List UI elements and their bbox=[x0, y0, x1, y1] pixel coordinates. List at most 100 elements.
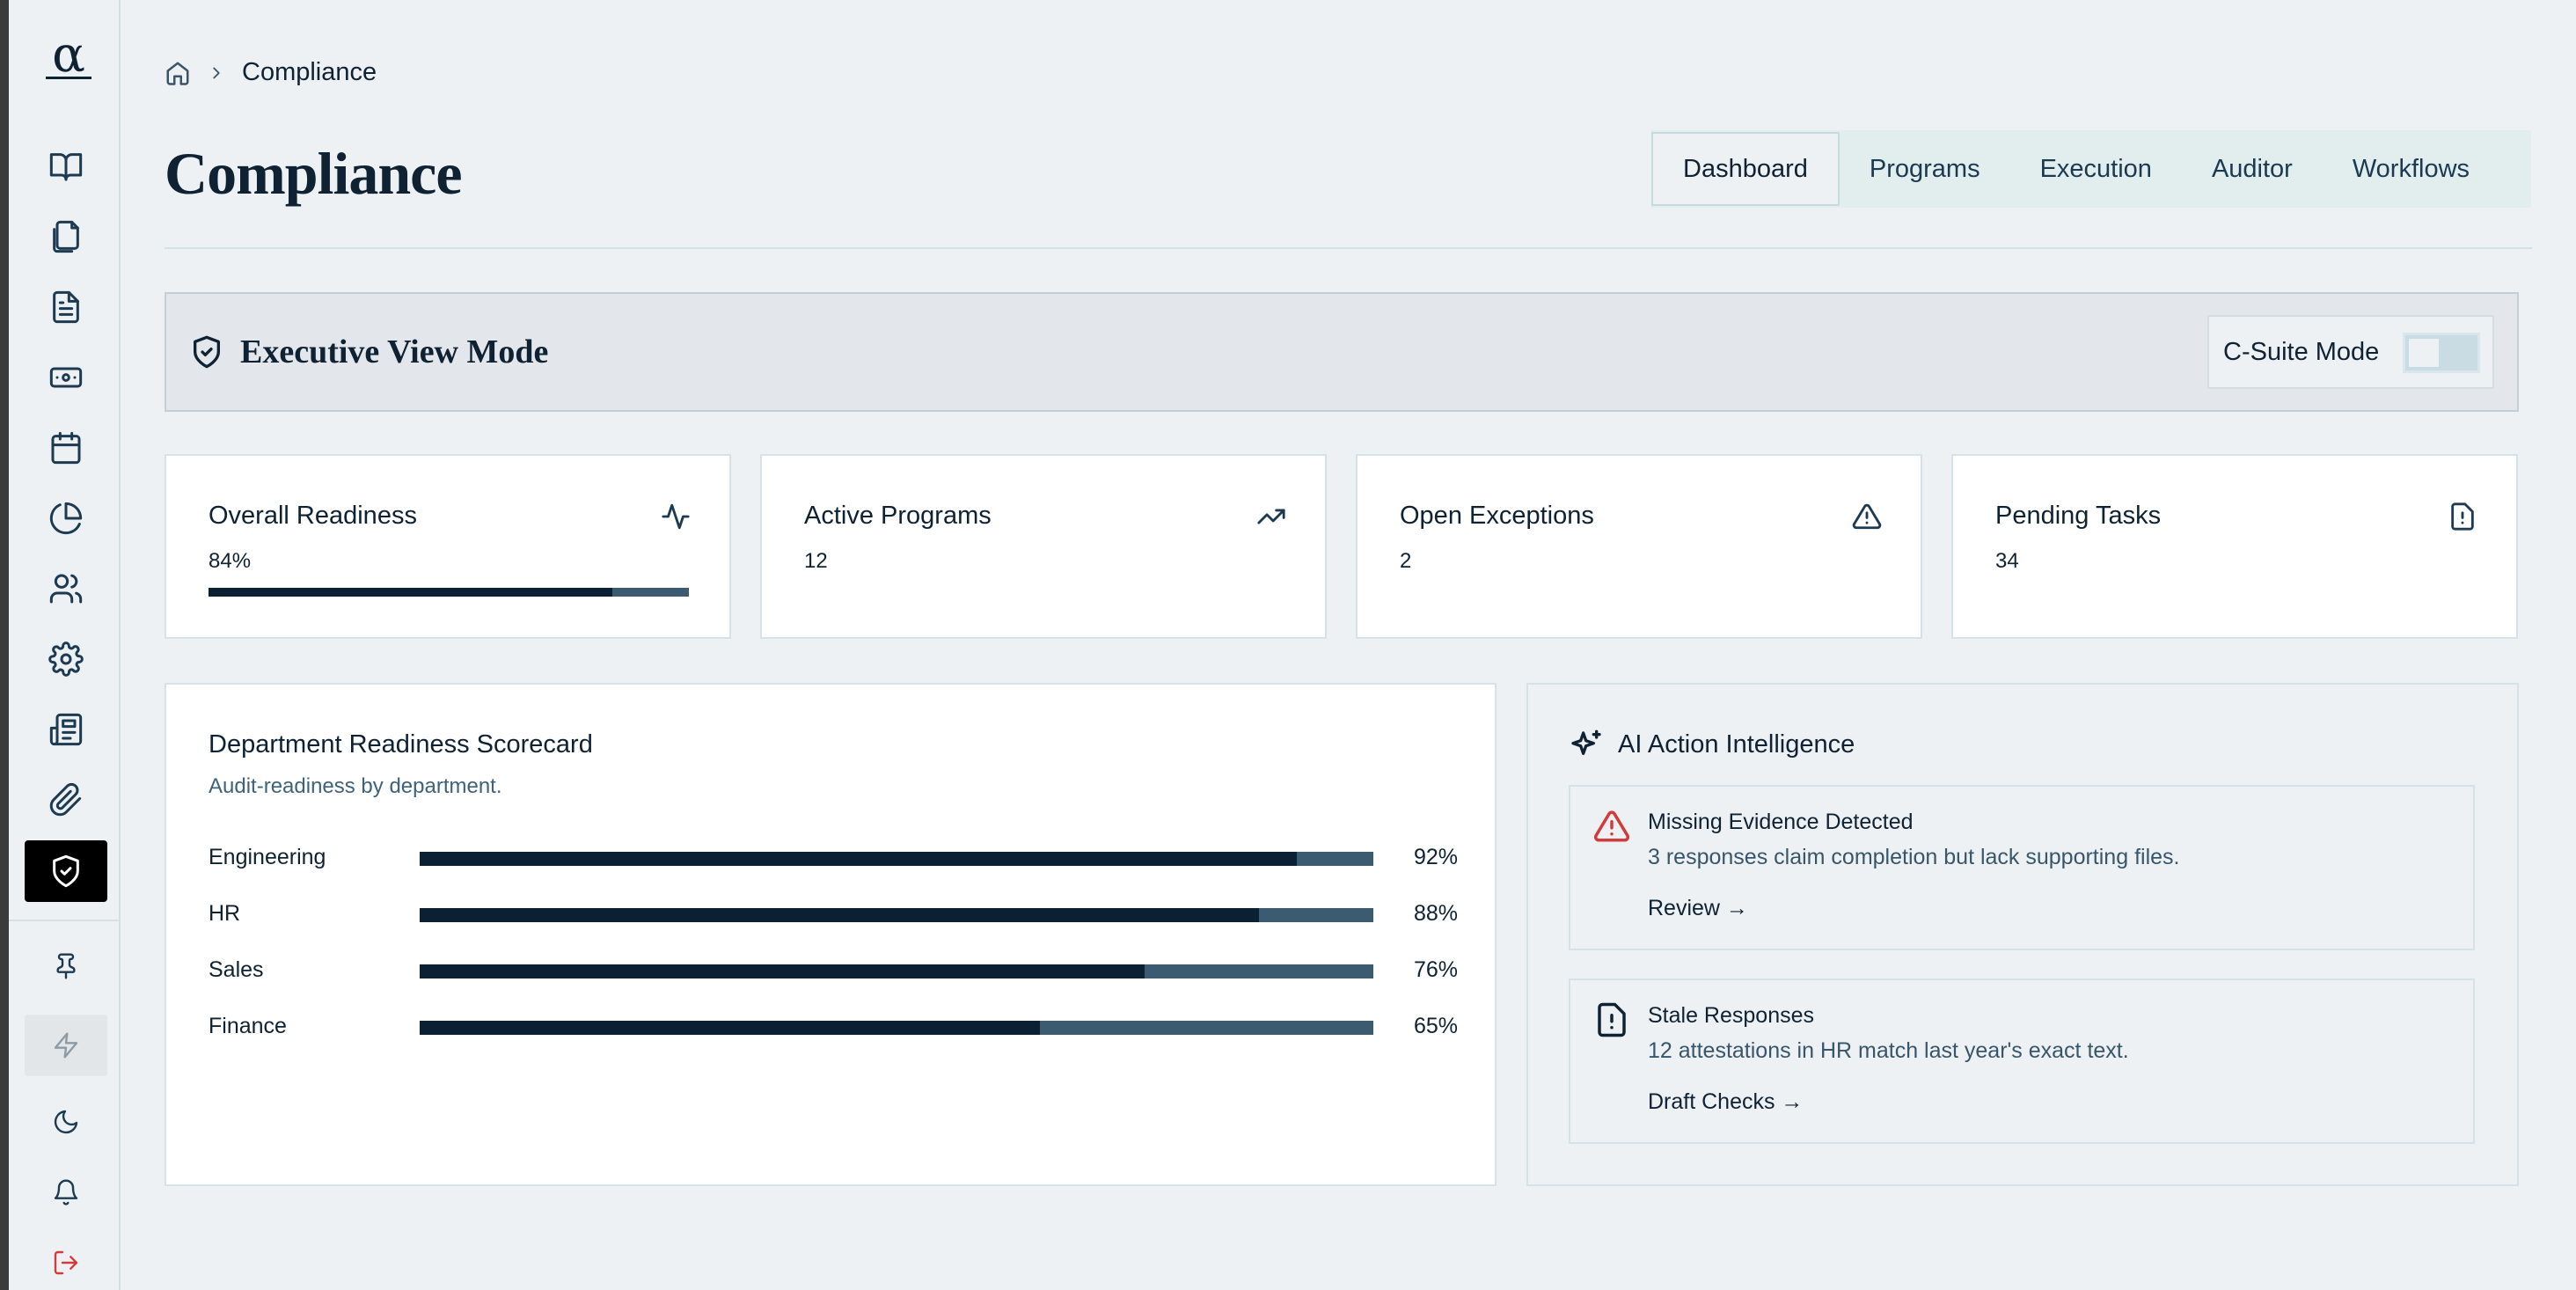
tab-execution[interactable]: Execution bbox=[2010, 130, 2182, 208]
dept-row-finance: Finance 65% bbox=[209, 1014, 1458, 1040]
stat-card-active-programs: Active Programs 12 bbox=[760, 454, 1327, 639]
dept-percent: 88% bbox=[1413, 901, 1458, 926]
home-icon[interactable] bbox=[165, 60, 191, 86]
sidebar-item-documents[interactable] bbox=[25, 206, 107, 268]
book-icon bbox=[49, 153, 83, 181]
scorecard-title: Department Readiness Scorecard bbox=[209, 730, 593, 759]
scorecard-subtitle: Audit-readiness by department. bbox=[209, 774, 502, 798]
dept-name: Engineering bbox=[209, 845, 326, 869]
sidebar-item-news[interactable] bbox=[25, 699, 107, 760]
c-suite-mode-label: C-Suite Mode bbox=[2223, 337, 2380, 366]
shield-check-icon bbox=[194, 335, 220, 369]
readiness-progress-bar bbox=[209, 588, 689, 597]
logo-glyph: α bbox=[52, 26, 85, 84]
copy-icon bbox=[53, 220, 79, 253]
alert-title: Stale Responses bbox=[1648, 1003, 1815, 1028]
newspaper-icon bbox=[49, 713, 83, 746]
alert-missing-evidence: Missing Evidence Detected 3 responses cl… bbox=[1569, 785, 2475, 950]
header-divider bbox=[165, 247, 2532, 249]
file-alert-icon bbox=[2451, 502, 2474, 531]
executive-view-title: Executive View Mode bbox=[240, 333, 549, 370]
sidebar-item-library[interactable] bbox=[25, 136, 107, 197]
warning-icon bbox=[1593, 810, 1630, 842]
stat-card-open-exceptions: Open Exceptions 2 bbox=[1356, 454, 1922, 639]
stat-card-pending-tasks: Pending Tasks 34 bbox=[1951, 454, 2518, 639]
dept-fill bbox=[420, 852, 1298, 866]
main-content: Compliance Compliance Dashboard Programs… bbox=[121, 0, 2576, 1290]
sidebar-item-people[interactable] bbox=[25, 558, 107, 619]
calendar-icon bbox=[51, 431, 81, 465]
stat-label: Active Programs bbox=[804, 502, 992, 530]
alert-stale-responses: Stale Responses 12 attestations in HR ma… bbox=[1569, 978, 2475, 1144]
users-icon bbox=[49, 574, 83, 604]
stat-label: Open Exceptions bbox=[1400, 502, 1594, 530]
toggle-knob bbox=[2409, 339, 2439, 367]
stat-value: 34 bbox=[1995, 549, 2019, 573]
alpha-logo[interactable]: α bbox=[39, 28, 99, 83]
readiness-progress-fill bbox=[209, 588, 612, 597]
dept-percent: 92% bbox=[1413, 845, 1458, 869]
warning-icon bbox=[1852, 503, 1882, 530]
tab-auditor[interactable]: Auditor bbox=[2182, 130, 2323, 208]
tab-dashboard[interactable]: Dashboard bbox=[1651, 132, 1840, 206]
sidebar-item-attachments[interactable] bbox=[25, 769, 107, 831]
dept-row-engineering: Engineering 92% bbox=[209, 845, 1458, 871]
sidebar-logout-button[interactable] bbox=[25, 1232, 107, 1290]
sidebar-item-policies[interactable] bbox=[25, 276, 107, 338]
tab-programs[interactable]: Programs bbox=[1840, 130, 2010, 208]
executive-view-bar: Executive View Mode C-Suite Mode bbox=[165, 292, 2519, 412]
dept-row-sales: Sales 76% bbox=[209, 957, 1458, 984]
c-suite-mode-toggle[interactable] bbox=[2403, 333, 2480, 373]
tab-workflows[interactable]: Workflows bbox=[2323, 130, 2499, 208]
review-link[interactable]: Review → bbox=[1648, 896, 1748, 921]
sidebar-theme-toggle[interactable] bbox=[25, 1091, 107, 1153]
dept-name: HR bbox=[209, 901, 241, 926]
sidebar-quick-actions-button[interactable] bbox=[25, 1015, 107, 1076]
dept-name: Finance bbox=[209, 1014, 287, 1038]
chevron-right-icon bbox=[213, 67, 220, 78]
sidebar-item-calendar[interactable] bbox=[25, 417, 107, 479]
stat-card-overall-readiness: Overall Readiness 84% bbox=[165, 454, 731, 639]
c-suite-mode-control: C-Suite Mode bbox=[2207, 315, 2494, 389]
dept-fill bbox=[420, 908, 1259, 922]
breadcrumb: Compliance bbox=[165, 58, 377, 87]
sidebar-item-settings[interactable] bbox=[25, 628, 107, 690]
sidebar-item-compliance[interactable] bbox=[25, 840, 107, 902]
gear-icon bbox=[48, 641, 84, 677]
sidebar-pin-button[interactable] bbox=[25, 935, 107, 997]
alert-description: 12 attestations in HR match last year's … bbox=[1648, 1038, 2129, 1063]
sidebar-item-reports[interactable] bbox=[25, 487, 107, 549]
dept-row-hr: HR 88% bbox=[209, 901, 1458, 927]
trending-up-icon bbox=[1257, 509, 1285, 524]
dept-fill bbox=[420, 964, 1145, 978]
window-edge bbox=[0, 0, 9, 1290]
draft-checks-link[interactable]: Draft Checks → bbox=[1648, 1089, 1803, 1115]
activity-icon bbox=[662, 503, 690, 530]
dept-percent: 76% bbox=[1413, 957, 1458, 982]
page-title: Compliance bbox=[165, 140, 463, 207]
dept-track bbox=[420, 852, 1373, 866]
tab-bar: Dashboard Programs Execution Auditor Wor… bbox=[1651, 130, 2531, 208]
sidebar-item-billing[interactable] bbox=[25, 347, 107, 408]
stat-value: 2 bbox=[1400, 549, 1412, 573]
alert-title: Missing Evidence Detected bbox=[1648, 810, 1914, 834]
moon-icon bbox=[54, 1110, 78, 1134]
stat-label: Overall Readiness bbox=[209, 502, 417, 530]
lightning-icon bbox=[54, 1032, 78, 1059]
stat-label: Pending Tasks bbox=[1995, 502, 2162, 530]
sidebar-divider bbox=[9, 920, 119, 921]
ai-panel-title: AI Action Intelligence bbox=[1618, 730, 1855, 759]
alert-description: 3 responses claim completion but lack su… bbox=[1648, 845, 2180, 869]
document-icon bbox=[53, 290, 79, 324]
sidebar-notifications-button[interactable] bbox=[25, 1162, 107, 1223]
bell-icon bbox=[54, 1179, 78, 1206]
dept-percent: 65% bbox=[1413, 1014, 1458, 1038]
dept-track bbox=[420, 964, 1373, 978]
banknote-icon bbox=[49, 367, 83, 388]
dept-name: Sales bbox=[209, 957, 264, 982]
shield-check-icon bbox=[53, 854, 79, 888]
pie-chart-icon bbox=[49, 502, 83, 535]
dept-fill bbox=[420, 1021, 1040, 1035]
stat-value: 84% bbox=[209, 549, 252, 573]
ai-action-intelligence-panel: AI Action Intelligence Missing Evidence … bbox=[1526, 683, 2519, 1186]
